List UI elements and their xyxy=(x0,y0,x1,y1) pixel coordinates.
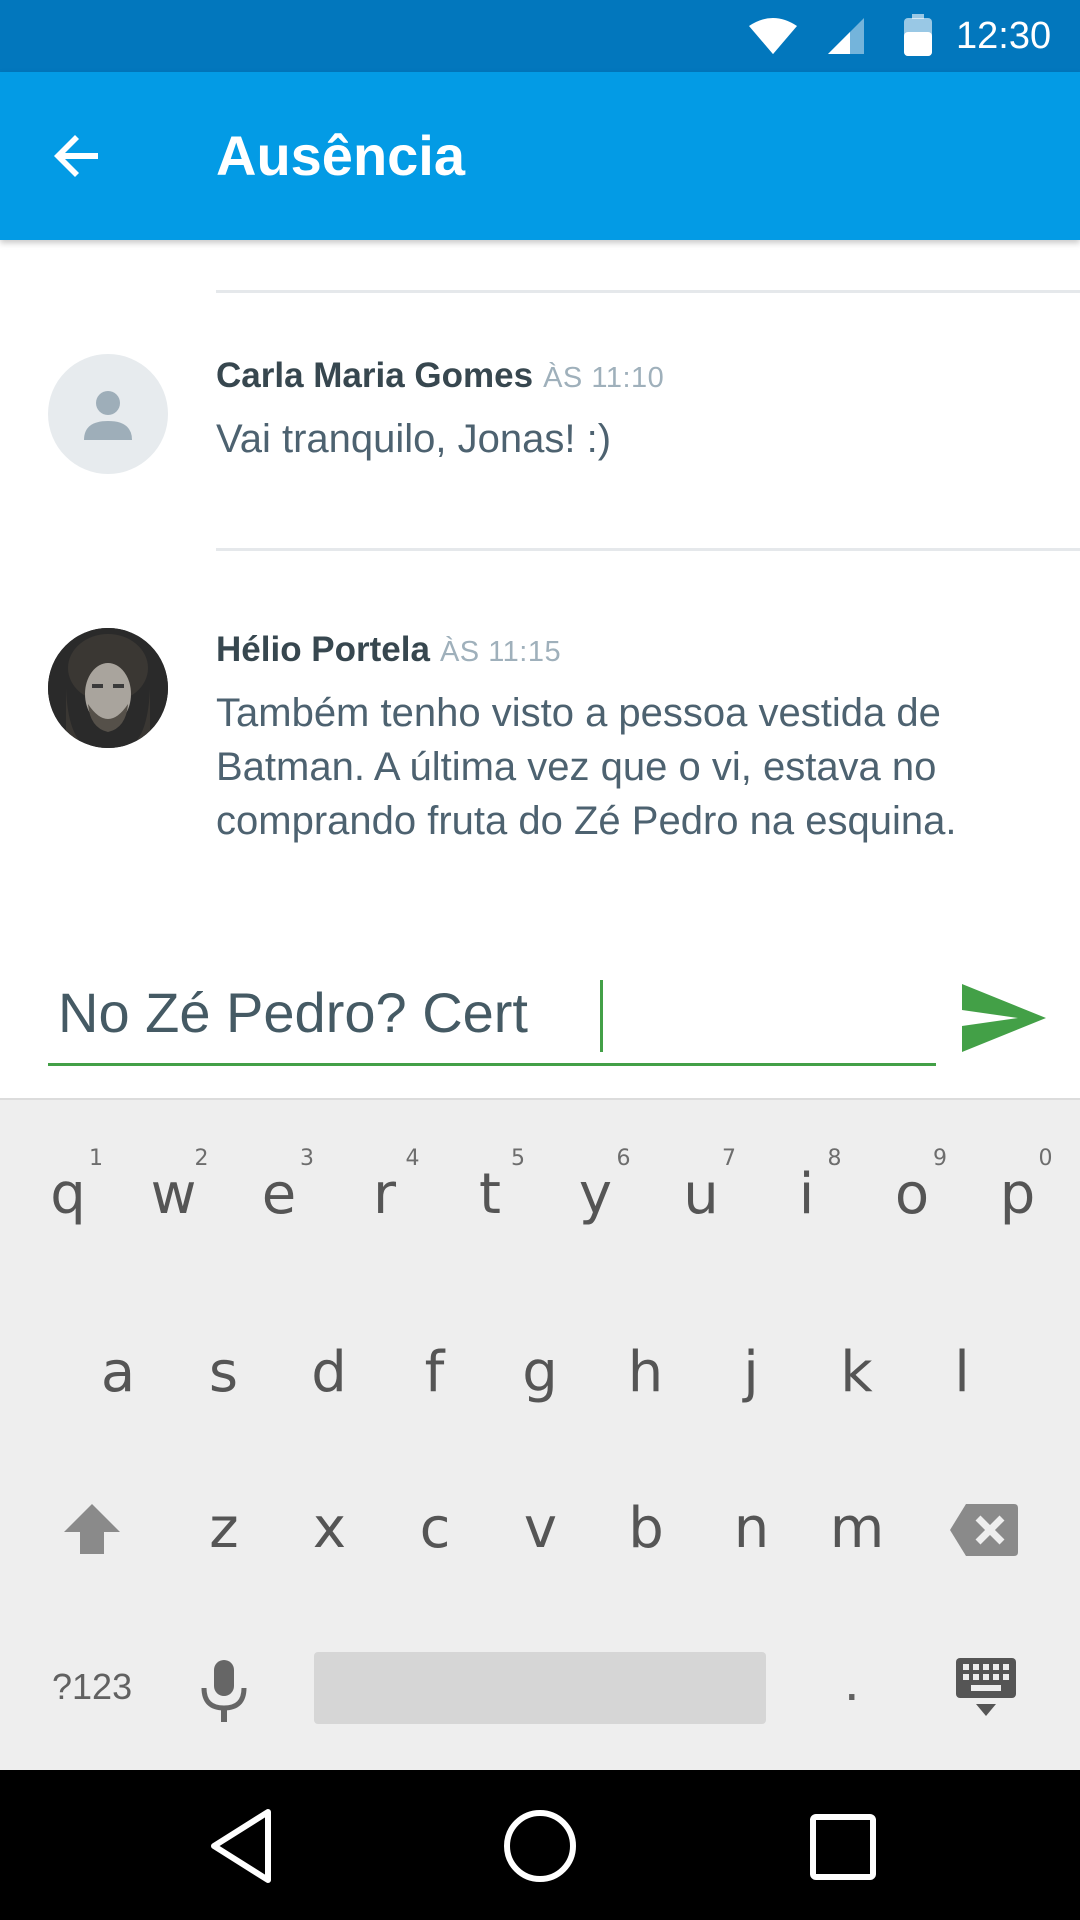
person-placeholder-icon xyxy=(84,391,132,440)
message-text-line: comprando fruta do Zé Pedro na esquina. xyxy=(216,799,957,843)
key-f[interactable]: f xyxy=(383,1338,487,1408)
send-icon[interactable] xyxy=(960,980,1048,1056)
key-k[interactable]: k xyxy=(805,1338,909,1408)
key-a[interactable]: a xyxy=(66,1338,170,1408)
user-photo xyxy=(48,628,168,748)
key-label: n xyxy=(733,1496,770,1561)
key-n[interactable]: n xyxy=(700,1494,804,1564)
key-label: k xyxy=(840,1340,873,1405)
symbols-key[interactable]: ?123 xyxy=(52,1662,132,1712)
key-i[interactable]: 8i xyxy=(755,1146,859,1230)
key-o[interactable]: 9o xyxy=(860,1146,964,1230)
key-x[interactable]: x xyxy=(278,1494,382,1564)
app-bar: Ausência xyxy=(0,72,1080,240)
key-hint: 3 xyxy=(300,1146,314,1171)
message-divider xyxy=(216,290,1080,293)
key-label: s xyxy=(208,1340,239,1405)
key-e[interactable]: 3e xyxy=(227,1146,331,1230)
soft-keyboard: 1q2w3e4r5t6y7u8i9o0p a s d f g h j k l z x c v b nm ?… xyxy=(0,1098,1080,1770)
wifi-icon xyxy=(749,18,797,54)
signal-icon xyxy=(828,18,864,54)
status-bar: 12:30 xyxy=(0,0,1080,72)
message-header: Hélio Portela ÀS 11:15 xyxy=(216,630,561,670)
key-j[interactable]: j xyxy=(699,1338,803,1408)
key-label: a xyxy=(100,1340,136,1405)
key-b[interactable]: b xyxy=(594,1494,698,1564)
compose-field[interactable] xyxy=(48,976,936,1066)
key-z[interactable]: z xyxy=(172,1494,276,1564)
shift-icon[interactable] xyxy=(62,1502,122,1556)
message-text: Vai tranquilo, Jonas! :) xyxy=(216,417,612,461)
key-h[interactable]: h xyxy=(594,1338,698,1408)
key-label: x xyxy=(312,1496,347,1561)
key-w[interactable]: 2w xyxy=(122,1146,226,1230)
message-item: Carla Maria Gomes ÀS 11:10 Vai tranquilo,… xyxy=(0,350,1080,510)
key-hint: 8 xyxy=(827,1146,842,1171)
period-key[interactable]: . xyxy=(844,1646,860,1716)
key-label: m xyxy=(829,1496,885,1561)
key-s[interactable]: s xyxy=(172,1338,276,1408)
key-hint: 2 xyxy=(194,1146,209,1171)
key-p[interactable]: 0p xyxy=(966,1146,1070,1230)
key-hint: 0 xyxy=(1038,1146,1053,1171)
key-label: b xyxy=(628,1496,664,1561)
text-cursor xyxy=(600,980,603,1052)
message-text: Também tenho visto a pessoa vestida de B… xyxy=(216,686,1046,848)
key-label: z xyxy=(209,1496,239,1561)
key-d[interactable]: d xyxy=(277,1338,381,1408)
key-q[interactable]: 1q xyxy=(16,1146,120,1230)
message-author: Carla Maria Gomes xyxy=(216,356,534,395)
nav-home-icon[interactable] xyxy=(502,1808,578,1884)
page-title: Ausência xyxy=(216,124,465,187)
arrow-back-icon[interactable] xyxy=(48,126,108,186)
nav-back-icon[interactable] xyxy=(206,1806,276,1886)
key-label: d xyxy=(311,1340,347,1405)
key-r[interactable]: 4r xyxy=(333,1146,437,1230)
key-m[interactable]: m xyxy=(805,1494,909,1564)
key-hint: 9 xyxy=(933,1146,947,1171)
battery-icon xyxy=(904,14,932,56)
key-hint: 7 xyxy=(722,1146,736,1171)
avatar xyxy=(48,354,168,474)
key-label: h xyxy=(627,1340,664,1405)
message-text-line: Batman. A última vez que o vi, estava no xyxy=(216,745,937,789)
status-time: 12:30 xyxy=(956,15,1052,57)
key-v[interactable]: v xyxy=(489,1494,593,1564)
message-header: Carla Maria Gomes ÀS 11:10 xyxy=(216,356,664,396)
key-label: f xyxy=(424,1340,445,1405)
message-time: ÀS 11:15 xyxy=(439,636,562,668)
key-u[interactable]: 7u xyxy=(649,1146,753,1230)
key-label: v xyxy=(523,1496,558,1561)
key-hint: 1 xyxy=(89,1146,103,1171)
backspace-icon[interactable] xyxy=(948,1502,1020,1558)
message-item: Hélio Portela ÀS 11:15 Também tenho visto… xyxy=(0,624,1080,854)
key-hint: 5 xyxy=(511,1146,525,1171)
navigation-bar xyxy=(0,1770,1080,1920)
message-divider xyxy=(216,548,1080,551)
mic-icon[interactable] xyxy=(198,1658,250,1724)
key-label: c xyxy=(419,1496,451,1561)
key-t[interactable]: 5t xyxy=(438,1146,542,1230)
key-g[interactable]: g xyxy=(488,1338,592,1408)
key-label: g xyxy=(522,1340,558,1405)
keyboard-hide-icon[interactable] xyxy=(954,1656,1018,1720)
key-label: l xyxy=(954,1340,970,1405)
nav-recents-icon[interactable] xyxy=(808,1812,878,1882)
space-bar[interactable] xyxy=(314,1652,766,1724)
avatar xyxy=(48,628,168,748)
message-time: ÀS 11:10 xyxy=(543,362,665,394)
key-hint: 6 xyxy=(616,1146,631,1171)
compose-input[interactable] xyxy=(58,978,918,1048)
message-text-line: Também tenho visto a pessoa vestida de xyxy=(216,691,941,735)
key-label: j xyxy=(743,1340,759,1405)
key-l[interactable]: l xyxy=(910,1338,1014,1408)
message-author: Hélio Portela xyxy=(216,630,430,669)
key-hint: 4 xyxy=(405,1146,420,1171)
key-y[interactable]: 6y xyxy=(544,1146,648,1230)
key-c[interactable]: c xyxy=(383,1494,487,1564)
